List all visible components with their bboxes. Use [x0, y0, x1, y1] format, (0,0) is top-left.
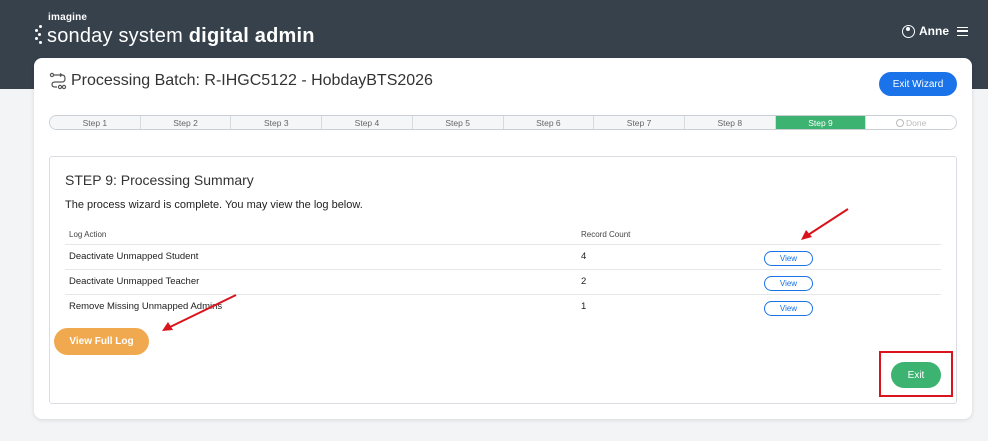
brand-logo[interactable]: imagine sonday system digital admin [34, 12, 315, 48]
page-title: Processing Batch: R-IHGC5122 - HobdayBTS… [71, 72, 433, 89]
step-3: Step 3 [231, 116, 323, 129]
view-button[interactable]: View [764, 301, 813, 317]
log-table: Log Action Record Count Deactivate Unmap… [65, 225, 941, 319]
exit-wizard-button[interactable]: Exit Wizard [879, 72, 957, 96]
wizard-card: Processing Batch: R-IHGC5122 - HobdayBTS… [34, 58, 972, 419]
check-circle-icon [896, 118, 905, 127]
summary-panel: STEP 9: Processing Summary The process w… [49, 156, 957, 404]
step-progress-bar: Step 1 Step 2 Step 3 Step 4 Step 5 Step … [49, 115, 957, 130]
step-done: Done [866, 116, 956, 129]
workflow-icon [49, 72, 67, 90]
step-4: Step 4 [322, 116, 413, 129]
log-action-cell: Deactivate Unmapped Student [65, 244, 577, 270]
brand-name-light: sonday system [47, 24, 183, 47]
step-9-active: Step 9 [775, 116, 867, 129]
log-action-cell: Remove Missing Unmapped Admins [69, 301, 223, 313]
view-button[interactable]: View [764, 251, 813, 266]
exit-button[interactable]: Exit [891, 362, 941, 388]
user-name: Anne [919, 24, 949, 38]
user-icon [902, 24, 915, 38]
hamburger-menu-icon[interactable] [957, 26, 968, 36]
brand-name-bold: digital admin [188, 24, 315, 47]
exit-highlight-box: Exit [879, 351, 953, 397]
table-row: Deactivate Unmapped Teacher 2 View [65, 269, 941, 295]
record-count-cell: 4 [577, 244, 760, 270]
record-count-cell: 1 [581, 301, 587, 313]
step-6: Step 6 [503, 116, 595, 129]
view-button[interactable]: View [764, 276, 813, 291]
step-done-label: Done [906, 117, 927, 128]
brand-small-text: imagine [48, 12, 88, 23]
step-5: Step 5 [412, 116, 504, 129]
view-full-log-button[interactable]: View Full Log [54, 328, 149, 355]
summary-message: The process wizard is complete. You may … [65, 199, 363, 211]
step-1: Step 1 [50, 116, 141, 129]
column-header-log-action: Log Action [65, 225, 577, 245]
step-7: Step 7 [594, 116, 685, 129]
user-menu[interactable]: Anne [902, 24, 968, 38]
step-8: Step 8 [684, 116, 776, 129]
table-row: Remove Missing Unmapped Admins 1 View [65, 294, 941, 319]
log-action-cell: Deactivate Unmapped Teacher [65, 269, 577, 295]
summary-title: STEP 9: Processing Summary [65, 172, 254, 188]
logo-mark-icon [34, 24, 44, 48]
table-row: Deactivate Unmapped Student 4 View [65, 244, 941, 270]
column-header-view [760, 225, 941, 245]
step-2: Step 2 [140, 116, 232, 129]
column-header-record-count: Record Count [577, 225, 760, 245]
record-count-cell: 2 [577, 269, 760, 295]
